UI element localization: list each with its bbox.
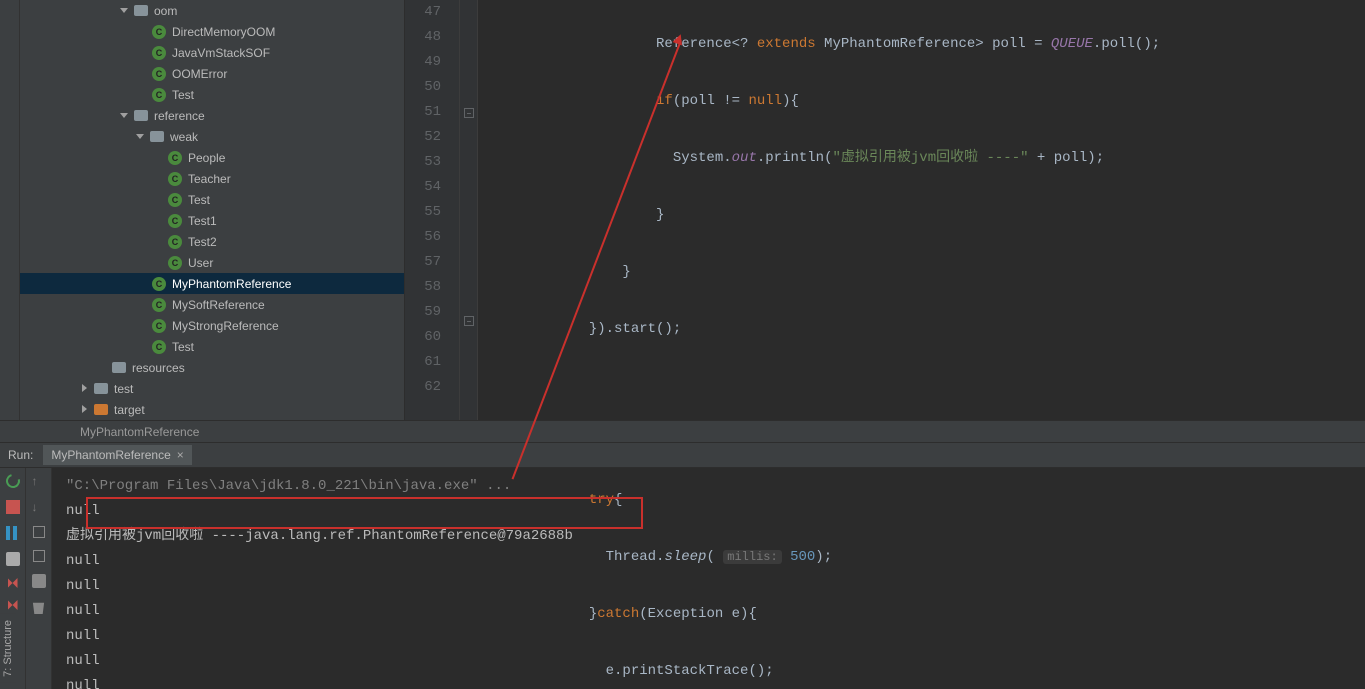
exit-icon[interactable] [8,578,18,588]
tree-label: test [114,382,133,396]
tree-label: People [188,151,225,165]
close-red-icon[interactable] [8,600,18,610]
tree-label: reference [154,109,205,123]
up-icon[interactable] [32,474,46,488]
tree-label: OOMError [172,67,227,81]
tree-label: Test [172,88,194,102]
tree-class[interactable]: People [20,147,404,168]
tree-class[interactable]: Test2 [20,231,404,252]
tree-label: resources [132,361,185,375]
stop-icon[interactable] [6,500,20,514]
tree-label: Test [188,193,210,207]
tree-folder-reference[interactable]: reference [20,105,404,126]
code-editor[interactable]: 47484950 51525354 55565758 59606162 Refe… [405,0,1365,420]
tree-label: Test2 [188,235,217,249]
tree-label: target [114,403,145,417]
run-tab-label: MyPhantomReference [51,445,170,465]
softwrap-icon[interactable] [33,526,45,538]
rerun-icon[interactable] [3,471,22,490]
tree-class[interactable]: User [20,252,404,273]
tree-label: Test [172,340,194,354]
tree-label: weak [170,130,198,144]
tree-folder-weak[interactable]: weak [20,126,404,147]
tree-folder-resources[interactable]: resources [20,357,404,378]
run-toolbar-secondary [26,468,52,689]
tree-class-selected[interactable]: MyPhantomReference [20,273,404,294]
fold-icon[interactable] [464,316,474,326]
pause-icon[interactable] [6,526,20,540]
tree-class[interactable]: MyStrongReference [20,315,404,336]
run-label: Run: [8,448,33,462]
project-tree[interactable]: oom DirectMemoryOOM JavaVmStackSOF OOMEr… [20,0,405,420]
param-hint: millis: [723,550,781,564]
tree-folder-test[interactable]: test [20,378,404,399]
down-icon[interactable] [32,500,46,514]
tree-label: User [188,256,213,270]
run-tab[interactable]: MyPhantomReference × [43,445,191,465]
tree-class[interactable]: Test [20,189,404,210]
line-gutter: 47484950 51525354 55565758 59606162 [405,0,460,420]
tree-label: Teacher [188,172,231,186]
dump-icon[interactable] [6,552,20,566]
tree-class[interactable]: JavaVmStackSOF [20,42,404,63]
tree-class[interactable]: MySoftReference [20,294,404,315]
tree-class[interactable]: Teacher [20,168,404,189]
code-area[interactable]: Reference<? extends MyPhantomReference> … [478,0,1365,420]
print-icon[interactable] [32,574,46,588]
structure-toolwindow-tab[interactable]: 7: Structure [0,614,16,683]
tree-label: MySoftReference [172,298,265,312]
scroll-icon[interactable] [33,550,45,562]
tree-class[interactable]: Test1 [20,210,404,231]
tree-folder-target[interactable]: target [20,399,404,420]
tree-label: oom [154,4,177,18]
tree-label: JavaVmStackSOF [172,46,270,60]
tree-label: DirectMemoryOOM [172,25,275,39]
tree-class[interactable]: DirectMemoryOOM [20,21,404,42]
tree-folder-oom[interactable]: oom [20,0,404,21]
tree-class[interactable]: Test [20,336,404,357]
tree-label: Test1 [188,214,217,228]
fold-strip[interactable] [460,0,478,420]
tree-class[interactable]: Test [20,84,404,105]
clear-icon[interactable] [32,600,46,614]
tree-class[interactable]: OOMError [20,63,404,84]
close-icon[interactable]: × [177,445,184,465]
fold-icon[interactable] [464,108,474,118]
tree-label: MyStrongReference [172,319,279,333]
tree-label: MyPhantomReference [172,277,291,291]
